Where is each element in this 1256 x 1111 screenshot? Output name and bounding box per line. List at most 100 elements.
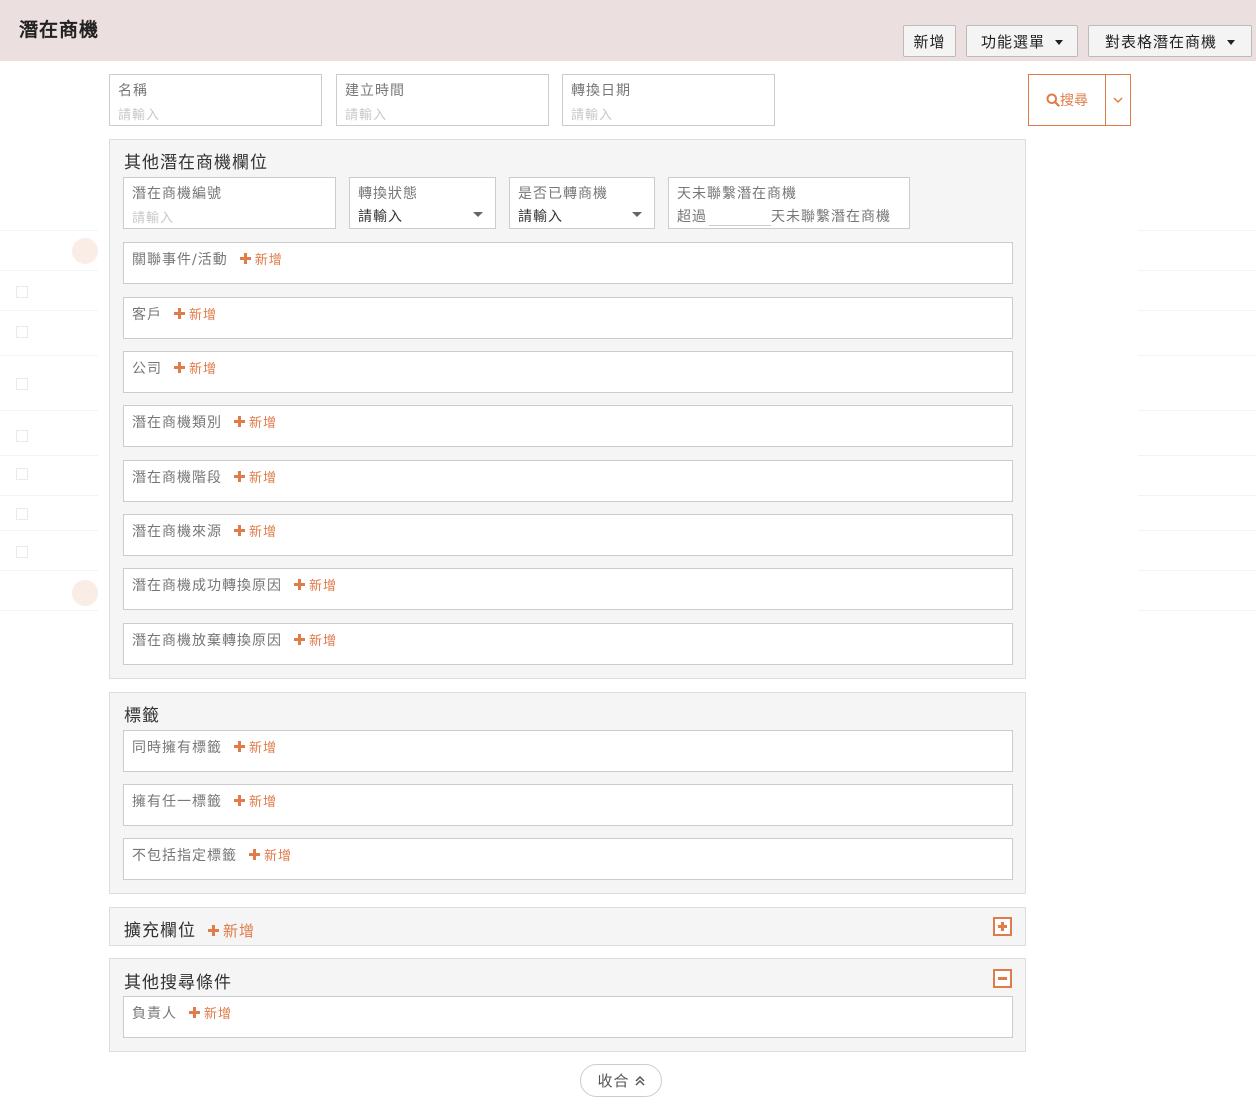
- name-label: 名稱: [118, 83, 148, 99]
- add-label: 新增: [249, 471, 278, 486]
- add-label: 新增: [249, 795, 278, 810]
- search-button-label: 搜尋: [1060, 93, 1088, 109]
- add-label: 新增: [309, 579, 338, 594]
- caret-down-icon: [1055, 39, 1063, 45]
- lead-source-row: 潛在商機來源 新增: [123, 514, 1013, 556]
- add-button[interactable]: 新增: [234, 791, 277, 810]
- row-label: 擁有任一標籤: [132, 794, 222, 810]
- conversion-status-select[interactable]: 轉換狀態 請輸入: [349, 177, 496, 229]
- lead-stage-row: 潛在商機階段 新增: [123, 460, 1013, 502]
- row-label: 潛在商機類別: [132, 415, 222, 431]
- plus-icon: [174, 308, 185, 319]
- add-button[interactable]: 新增: [208, 920, 255, 941]
- row-label: 潛在商機來源: [132, 524, 222, 540]
- caret-down-icon: [632, 212, 642, 217]
- plus-icon: [189, 1007, 200, 1018]
- add-label: 新增: [254, 253, 283, 268]
- background-badge: [72, 238, 98, 264]
- plus-icon: [234, 741, 245, 752]
- conversion-abandon-reason-row: 潛在商機放棄轉換原因 新增: [123, 623, 1013, 665]
- created-time-label: 建立時間: [345, 83, 405, 99]
- background-checkbox: [16, 430, 28, 442]
- function-menu-button[interactable]: 功能選單: [966, 25, 1078, 57]
- add-button[interactable]: 新增: [239, 249, 283, 268]
- group-title: 其他潛在商機欄位: [124, 153, 268, 173]
- add-button[interactable]: 新增: [189, 1003, 232, 1022]
- lead-number-field[interactable]: 潛在商機編號 請輸入: [123, 177, 336, 229]
- background-badge: [72, 580, 98, 606]
- conversion-success-reason-row: 潛在商機成功轉換原因 新增: [123, 568, 1013, 610]
- not-contacted-prefix: 超過: [677, 209, 707, 225]
- search-icon: [1046, 93, 1060, 107]
- plus-icon: [234, 525, 245, 536]
- add-button[interactable]: 新增: [249, 845, 292, 864]
- conversion-date-label: 轉換日期: [571, 83, 631, 99]
- group-title: 其他搜尋條件: [124, 973, 232, 993]
- add-button[interactable]: 新增: [174, 304, 217, 323]
- row-label: 關聯事件/活動: [132, 252, 228, 268]
- plus-icon: [234, 471, 245, 482]
- plus-icon: [234, 416, 245, 427]
- lead-category-row: 潛在商機類別 新增: [123, 405, 1013, 447]
- caret-down-icon: [1227, 39, 1235, 45]
- add-label: 新增: [204, 1007, 233, 1022]
- has-all-tags-row: 同時擁有標籤 新增: [123, 730, 1013, 772]
- related-activity-row: 關聯事件/活動 新增: [123, 242, 1013, 284]
- add-button[interactable]: 新增: [234, 521, 277, 540]
- plus-icon: [249, 849, 260, 860]
- add-label: 新增: [249, 416, 278, 431]
- plus-icon: [294, 579, 305, 590]
- conversion-date-field[interactable]: 轉換日期 請輸入: [562, 74, 775, 126]
- created-time-field[interactable]: 建立時間 請輸入: [336, 74, 549, 126]
- collapse-label: 收合: [597, 1072, 630, 1090]
- group-title: 標籤: [124, 706, 160, 726]
- name-field[interactable]: 名稱 請輸入: [109, 74, 322, 126]
- add-label: 新增: [223, 922, 256, 940]
- background-checkbox: [16, 286, 28, 298]
- chevron-down-icon: [1113, 97, 1123, 103]
- caret-down-icon: [473, 212, 483, 217]
- owner-row: 負責人 新增: [123, 996, 1013, 1038]
- background-checkbox: [16, 468, 28, 480]
- not-contacted-label: 天未聯繫潛在商機: [677, 186, 797, 202]
- plus-icon: [234, 795, 245, 806]
- new-button[interactable]: 新增: [903, 25, 956, 57]
- expand-icon[interactable]: [993, 917, 1012, 936]
- not-contacted-field: 天未聯繫潛在商機 超過 天未聯繫潛在商機: [668, 177, 910, 229]
- collapse-button[interactable]: 收合: [580, 1064, 662, 1097]
- table-menu-button[interactable]: 對表格潛在商機: [1088, 25, 1252, 57]
- lead-number-placeholder: 請輸入: [132, 211, 175, 226]
- converted-select[interactable]: 是否已轉商機 請輸入: [509, 177, 655, 229]
- plus-icon: [208, 925, 219, 936]
- double-chevron-up-icon: [634, 1075, 645, 1086]
- page-title: 潛在商機: [19, 19, 100, 41]
- row-label: 公司: [132, 361, 162, 377]
- function-menu-label: 功能選單: [980, 32, 1045, 51]
- background-checkbox: [16, 378, 28, 390]
- collapse-icon[interactable]: [993, 969, 1012, 988]
- add-button[interactable]: 新增: [234, 412, 277, 431]
- search-button[interactable]: 搜尋: [1029, 75, 1105, 125]
- add-button[interactable]: 新增: [234, 737, 277, 756]
- add-button[interactable]: 新增: [234, 467, 277, 486]
- search-options-button[interactable]: [1106, 75, 1130, 125]
- add-button[interactable]: 新增: [294, 630, 337, 649]
- days-input[interactable]: [709, 208, 771, 226]
- group-title: 擴充欄位: [124, 921, 196, 941]
- conversion-date-placeholder: 請輸入: [571, 108, 614, 123]
- row-label: 不包括指定標籤: [132, 848, 237, 864]
- add-button[interactable]: 新增: [294, 575, 337, 594]
- row-label: 潛在商機階段: [132, 470, 222, 486]
- add-label: 新增: [249, 741, 278, 756]
- add-label: 新增: [309, 634, 338, 649]
- background-checkbox: [16, 508, 28, 520]
- add-button[interactable]: 新增: [174, 358, 217, 377]
- search-button-group: 搜尋: [1028, 74, 1131, 126]
- conversion-status-label: 轉換狀態: [358, 186, 418, 202]
- background-checkbox: [16, 326, 28, 338]
- top-bar: 潛在商機 新增 功能選單 對表格潛在商機: [0, 0, 1256, 61]
- conversion-status-value: 請輸入: [358, 209, 403, 225]
- add-label: 新增: [249, 525, 278, 540]
- company-row: 公司 新增: [123, 351, 1013, 393]
- created-time-placeholder: 請輸入: [345, 108, 388, 123]
